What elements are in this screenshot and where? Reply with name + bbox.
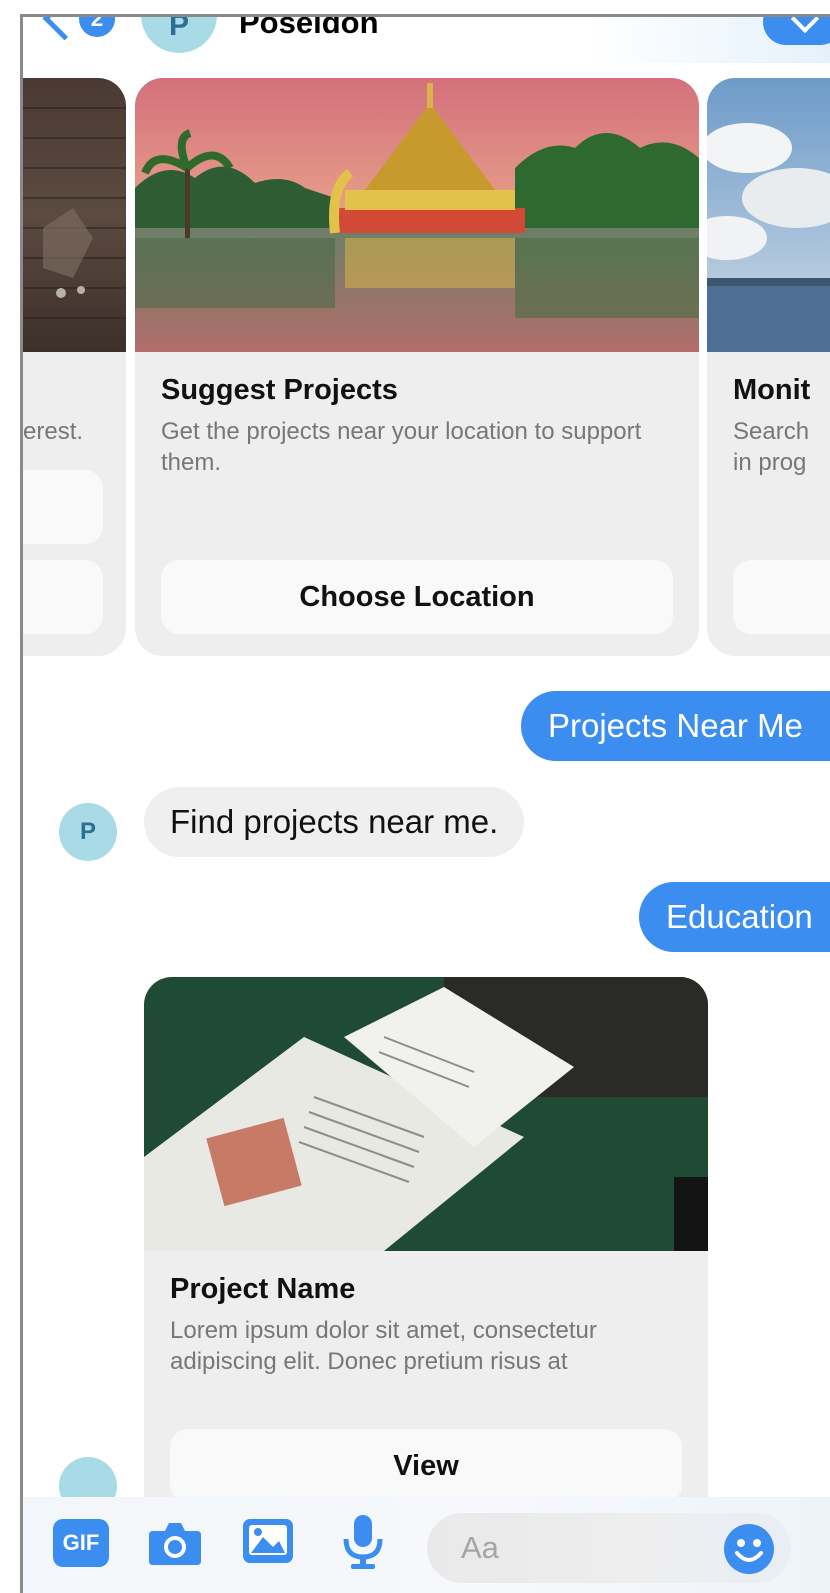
unread-badge: 2 [79,17,115,37]
messenger-screen: 2 P Poseidon erest. Suggest Projects Get… [20,14,830,1593]
card-description-fragment-1: Search [733,418,810,445]
card-description-fragment: erest. [23,418,84,445]
gif-icon[interactable]: GIF [53,1519,109,1567]
contact-name[interactable]: Poseidon [239,17,379,41]
project-title: Project Name [170,1273,356,1305]
carousel-card-suggest-projects[interactable]: Suggest Projects Get the projects near y… [135,78,699,656]
card-description-fragment-2: in prog [733,449,807,476]
emoji-icon[interactable] [723,1523,775,1575]
card-image-temple-wall [23,78,126,352]
card-title: Suggest Projects [161,374,398,406]
chat-header: 2 P Poseidon [23,17,830,63]
choose-location-button[interactable]: Choose Location [161,560,673,634]
card-button-1[interactable] [23,470,103,544]
user-message-bubble[interactable]: Education [639,882,830,952]
gif-label: GIF [62,1530,100,1555]
microphone-icon[interactable] [341,1513,385,1571]
project-description: Lorem ipsum dolor sit amet, consectetur … [170,1317,597,1375]
project-image-documents [144,977,708,1251]
carousel-card-left[interactable]: erest. [23,78,126,656]
message-input[interactable]: Aa [427,1513,791,1583]
composer-bar: GIF Aa [23,1497,830,1593]
bot-avatar[interactable]: P [59,803,117,861]
message-input-placeholder: Aa [461,1530,499,1565]
carousel-card-right[interactable]: Monit Search in prog [707,78,830,656]
view-project-button[interactable]: View [170,1429,682,1503]
project-card[interactable]: Project Name Lorem ipsum dolor sit amet,… [144,977,708,1537]
card-image-pagoda-lake [135,78,699,352]
card-title-fragment: Monit [733,374,811,406]
bot-message-bubble[interactable]: Find projects near me. [144,787,525,857]
camera-icon[interactable] [147,1519,203,1567]
card-description: Get the projects near your location to s… [161,418,642,476]
card-button[interactable] [733,560,830,634]
chevron-down-icon [790,17,820,34]
image-icon[interactable] [241,1517,295,1565]
contact-avatar[interactable]: P [141,17,217,53]
header-action-button[interactable] [763,17,830,45]
card-button-2[interactable] [23,560,103,634]
user-message-bubble[interactable]: Projects Near Me [521,691,830,761]
card-image-sea-clouds [707,78,830,352]
